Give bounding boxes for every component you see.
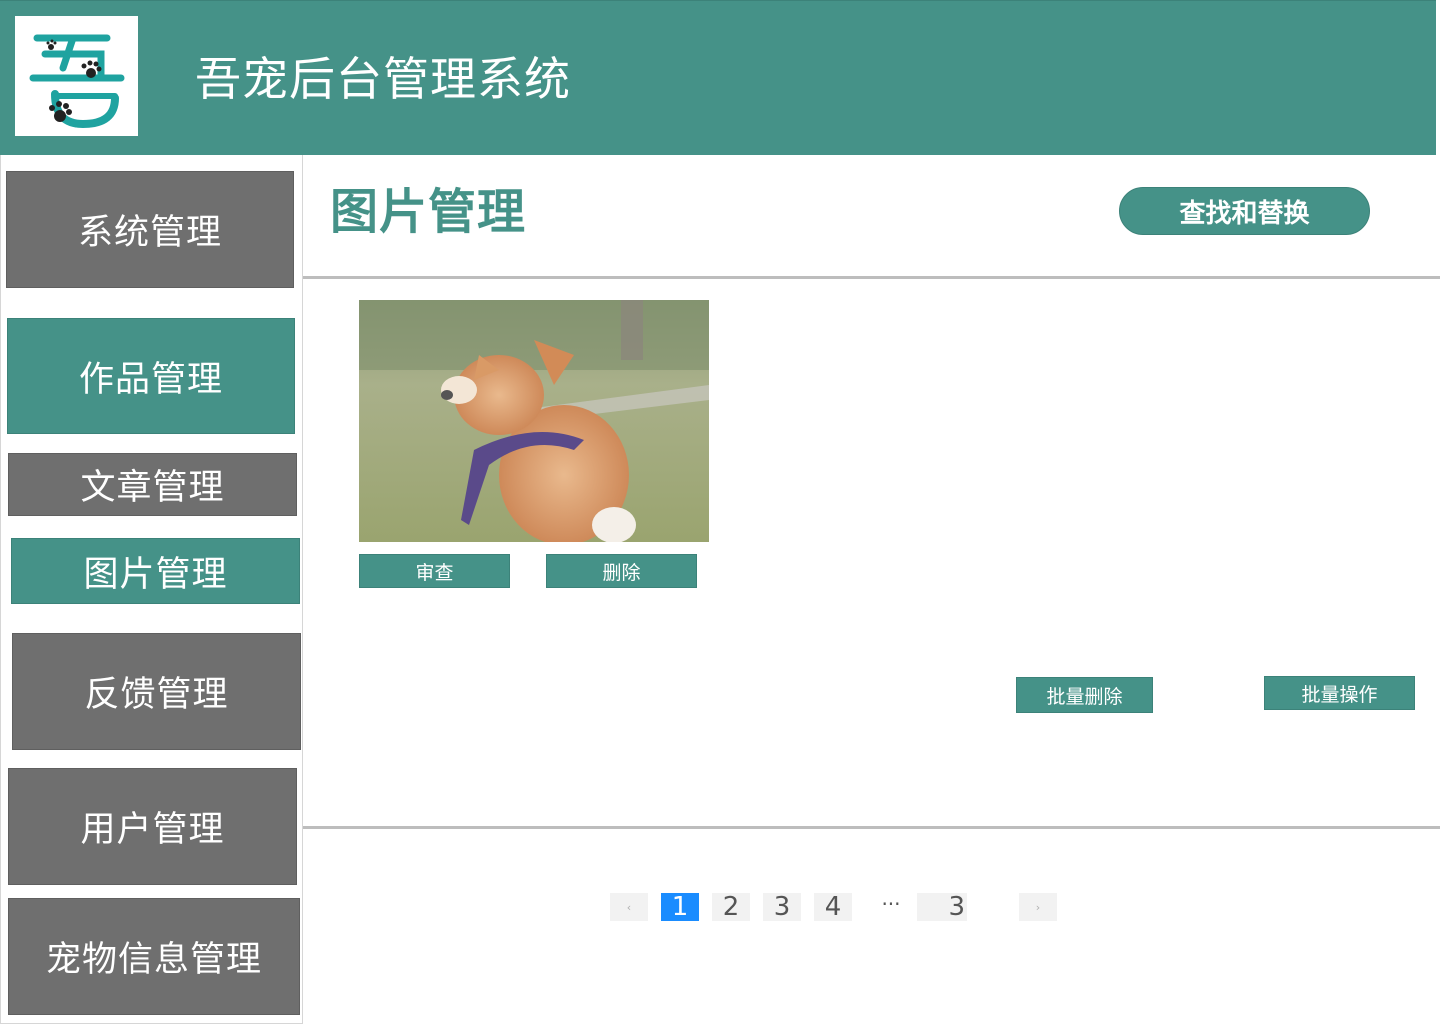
sidebar-item-label: 宠物信息管理 <box>45 940 262 980</box>
app-logo[interactable] <box>15 16 138 136</box>
sidebar-item-label: 图片管理 <box>83 554 228 595</box>
pager-page-button[interactable]: 1 <box>661 892 699 922</box>
sidebar-item-pet-info[interactable]: 宠物信息管理 <box>8 898 300 1015</box>
sidebar-item-images[interactable]: 图片管理 <box>11 538 300 604</box>
pager-page-button[interactable]: 4 <box>814 892 852 922</box>
find-and-replace-button[interactable]: 查找和替换 <box>1119 187 1370 235</box>
chevron-left-icon: ‹ <box>626 900 632 914</box>
pager-prev-button[interactable]: ‹ <box>610 893 648 921</box>
image-thumbnail[interactable] <box>359 300 709 542</box>
page-title: 图片管理 <box>330 184 527 240</box>
sidebar-item-label: 用户管理 <box>80 810 225 850</box>
sidebar-item-label: 反馈管理 <box>84 675 229 715</box>
sidebar-nav: 系统管理 作品管理 文章管理 图片管理 反馈管理 用户管理 宠物信息管理 <box>0 155 303 1024</box>
sidebar-item-label: 文章管理 <box>80 468 225 508</box>
paw-logo-icon <box>29 34 125 129</box>
pager-page-button[interactable]: 3 <box>763 892 801 922</box>
pager-next-button[interactable]: › <box>1019 893 1057 921</box>
app-title: 吾宠后台管理系统 <box>195 52 571 106</box>
sidebar-item-works[interactable]: 作品管理 <box>7 318 295 434</box>
batch-delete-button[interactable]: 批量删除 <box>1016 677 1153 713</box>
pager-page-button[interactable]: 2 <box>712 892 750 922</box>
sidebar-item-label: 系统管理 <box>77 213 222 253</box>
top-divider <box>303 276 1440 279</box>
sidebar-item-label: 作品管理 <box>78 359 223 400</box>
review-button[interactable]: 审查 <box>359 554 510 588</box>
sidebar-item-users[interactable]: 用户管理 <box>8 768 297 885</box>
app-header: 吾宠后台管理系统 <box>0 0 1436 155</box>
chevron-right-icon: › <box>1035 900 1041 914</box>
sidebar-item-articles[interactable]: 文章管理 <box>8 453 297 516</box>
bottom-divider <box>303 826 1440 829</box>
pager-last-page-button[interactable]: 3 <box>917 892 967 922</box>
sidebar-item-feedback[interactable]: 反馈管理 <box>12 633 301 750</box>
batch-operate-button[interactable]: 批量操作 <box>1264 676 1415 710</box>
delete-button[interactable]: 删除 <box>546 554 697 588</box>
pager-ellipsis[interactable]: ··· <box>876 890 906 918</box>
sidebar-item-system[interactable]: 系统管理 <box>6 171 294 288</box>
